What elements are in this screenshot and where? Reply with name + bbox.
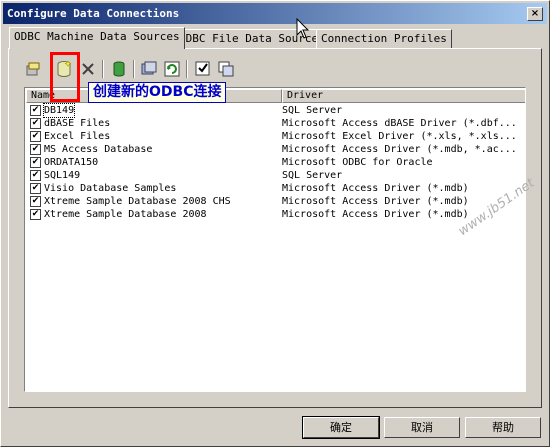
data-source-driver: Microsoft Excel Driver (*.xls, *.xls...	[282, 131, 517, 142]
odbc-admin-button[interactable]	[140, 60, 158, 78]
list-item[interactable]: ✔ Visio Database Samples Microsoft Acces…	[26, 182, 525, 195]
data-source-name: Xtreme Sample Database 2008	[44, 209, 207, 220]
data-source-list[interactable]: Name Driver ✔ DB149 SQL Server ✔ dBASE F…	[24, 87, 526, 392]
list-item[interactable]: ✔ SQL149 SQL Server	[26, 169, 525, 182]
data-source-name: DB149	[42, 103, 76, 118]
data-source-driver: Microsoft Access Driver (*.mdb)	[282, 183, 469, 194]
toolbar-separator	[133, 60, 135, 78]
window-title: Configure Data Connections	[7, 7, 180, 20]
data-source-driver: Microsoft ODBC for Oracle	[282, 157, 433, 168]
list-item[interactable]: ✔ MS Access Database Microsoft Access Dr…	[26, 143, 525, 156]
row-checkbox[interactable]: ✔	[30, 209, 41, 220]
list-item[interactable]: ✔ DB149 SQL Server	[26, 103, 525, 118]
data-source-name: MS Access Database	[44, 144, 153, 155]
row-checkbox[interactable]: ✔	[30, 118, 41, 129]
list-item[interactable]: ✔ ORDATA150 Microsoft ODBC for Oracle	[26, 156, 525, 169]
delete-icon	[82, 63, 94, 75]
highlight-box	[50, 52, 80, 102]
column-header-driver[interactable]: Driver	[282, 89, 525, 103]
list-item[interactable]: ✔ Xtreme Sample Database 2008 CHS Micros…	[26, 195, 525, 208]
data-source-name: Xtreme Sample Database 2008 CHS	[44, 196, 231, 207]
data-source-name: ORDATA150	[44, 157, 99, 168]
toolbar-separator	[102, 60, 104, 78]
list-item[interactable]: ✔ Xtreme Sample Database 2008 Microsoft …	[26, 208, 525, 221]
data-source-name: Visio Database Samples	[44, 183, 177, 194]
data-source-driver: SQL Server	[282, 170, 343, 181]
toolbar-separator	[186, 60, 188, 78]
configure-button[interactable]	[24, 60, 42, 78]
refresh-icon	[164, 61, 180, 77]
mouse-cursor-icon	[296, 18, 310, 39]
row-checkbox[interactable]: ✔	[30, 131, 41, 142]
row-checkbox[interactable]: ✔	[30, 157, 41, 168]
row-checkbox[interactable]: ✔	[30, 183, 41, 194]
data-source-name: SQL149	[44, 170, 81, 181]
copy-button[interactable]	[217, 60, 235, 78]
new-odbc-tooltip: 创建新的ODBC连接	[88, 82, 227, 103]
data-source-driver: Microsoft Access Driver (*.mdb, *.ac...	[282, 144, 517, 155]
help-button[interactable]: 帮助	[465, 417, 541, 438]
row-checkbox[interactable]: ✔	[30, 144, 41, 155]
tab-connection-profiles[interactable]: Connection Profiles	[316, 29, 452, 48]
list-item[interactable]: ✔ dBASE Files Microsoft Access dBASE Dri…	[26, 117, 525, 130]
tab-odbc-machine-data-sources[interactable]: ODBC Machine Data Sources	[9, 27, 185, 49]
list-item[interactable]: ✔ Excel Files Microsoft Excel Driver (*.…	[26, 130, 525, 143]
data-source-name: dBASE Files	[44, 118, 111, 129]
row-checkbox[interactable]: ✔	[30, 105, 41, 116]
row-checkbox[interactable]: ✔	[30, 170, 41, 181]
ok-button[interactable]: 确定	[302, 416, 380, 439]
close-button[interactable]: ×	[527, 7, 543, 21]
refresh-button[interactable]	[163, 60, 181, 78]
test-connection-icon	[113, 61, 125, 77]
data-source-driver: SQL Server	[282, 105, 343, 116]
odbc-admin-icon	[141, 61, 157, 75]
copy-icon	[218, 61, 234, 77]
data-source-driver: Microsoft Access dBASE Driver (*.dbf...	[282, 118, 517, 129]
test-connection-button[interactable]	[110, 60, 128, 78]
select-all-icon	[195, 61, 210, 76]
row-checkbox[interactable]: ✔	[30, 196, 41, 207]
select-all-button[interactable]	[194, 60, 212, 78]
cancel-button[interactable]: 取消	[384, 417, 460, 438]
data-source-name: Excel Files	[44, 131, 111, 142]
title-bar: Configure Data Connections ×	[3, 3, 547, 24]
delete-button[interactable]	[79, 60, 97, 78]
configure-icon	[26, 62, 40, 76]
